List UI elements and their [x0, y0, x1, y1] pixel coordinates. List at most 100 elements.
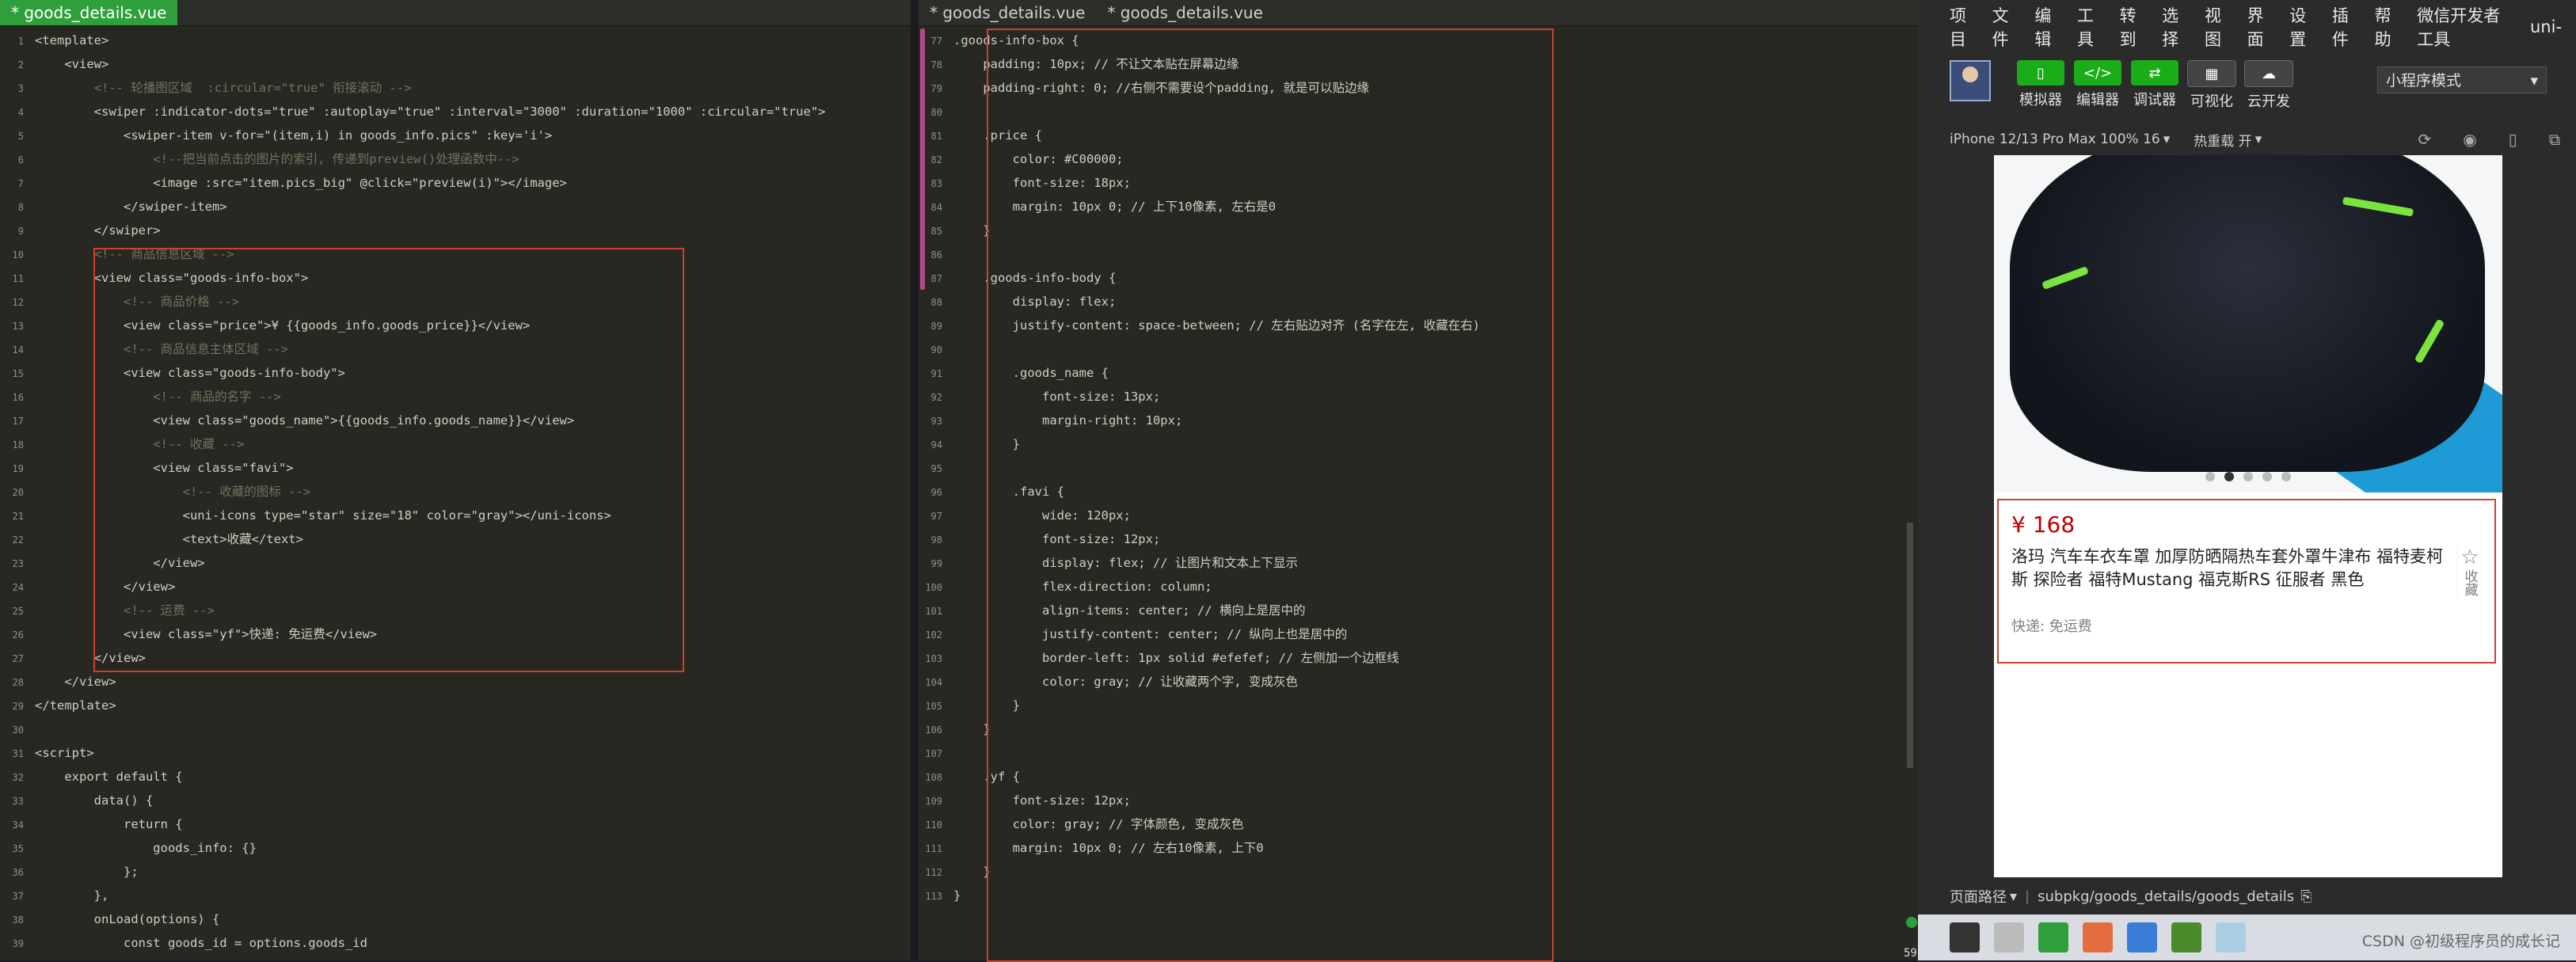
- goods-swiper[interactable]: [1994, 155, 2502, 492]
- devtools-panel: 项目 文件 编辑 工具 转到 选择 视图 界面 设置 插件 帮助 微信开发者工具 uni- ▯ 模拟器 </…: [1918, 0, 2576, 960]
- code-text[interactable]: onLoad(options) {: [35, 912, 220, 926]
- swiper-dot[interactable]: [2262, 472, 2272, 481]
- menu-item[interactable]: 插件: [2332, 3, 2361, 51]
- code-text[interactable]: }: [953, 223, 990, 238]
- code-text[interactable]: }: [953, 865, 990, 879]
- code-line[interactable]: 9 </swiper>: [0, 219, 911, 242]
- code-text[interactable]: <swiper :indicator-dots="true" :autoplay…: [35, 105, 826, 119]
- code-text[interactable]: <swiper-item v-for="(item,i) in goods_in…: [35, 128, 552, 143]
- swiper-dot[interactable]: [2243, 472, 2253, 481]
- code-text[interactable]: <view>: [35, 57, 108, 71]
- swiper-dot[interactable]: [2205, 472, 2215, 481]
- tab-goods-details-left[interactable]: * goods_details.vue: [0, 0, 178, 25]
- menu-item[interactable]: 设置: [2289, 3, 2318, 51]
- page-path-label[interactable]: 页面路径: [1950, 886, 2007, 907]
- code-line[interactable]: 35 goods_info: {}: [0, 836, 911, 860]
- code-text[interactable]: <!-- 轮播图区域 :circular="true" 衔接滚动 -->: [35, 81, 412, 95]
- code-text[interactable]: </view>: [35, 675, 116, 689]
- code-text[interactable]: data() {: [35, 793, 154, 808]
- code-line[interactable]: 38 onLoad(options) {: [0, 907, 911, 931]
- middle-scrollbar[interactable]: [1907, 523, 1913, 768]
- hot-reload-toggle[interactable]: 热重载 开: [2194, 130, 2251, 150]
- code-line[interactable]: 28 </view>: [0, 670, 911, 694]
- tab-goods-details-1[interactable]: * goods_details.vue: [919, 0, 1096, 25]
- code-line[interactable]: 8 </swiper-item>: [0, 195, 911, 219]
- code-line[interactable]: 6 <!--把当前点击的图片的索引, 传递到preview()处理函数中-->: [0, 147, 911, 171]
- tool-debug[interactable]: ⇄ 调试器: [2127, 60, 2182, 111]
- menu-item[interactable]: 文件: [1992, 3, 2021, 51]
- menu-item[interactable]: 工具: [2077, 3, 2106, 51]
- line-number: 2: [17, 59, 24, 70]
- taskbar-app-icon[interactable]: [2216, 922, 2246, 952]
- code-line[interactable]: 32 export default {: [0, 765, 911, 789]
- code-line[interactable]: 3 <!-- 轮播图区域 :circular="true" 衔接滚动 -->: [0, 76, 911, 100]
- taskbar-app-icon[interactable]: [1950, 922, 1980, 952]
- line-number: 101: [925, 606, 942, 617]
- menu-item[interactable]: 项目: [1950, 3, 1978, 51]
- code-line[interactable]: 36 };: [0, 860, 911, 884]
- code-line[interactable]: 34 return {: [0, 812, 911, 836]
- code-text[interactable]: <image :src="item.pics_big" @click="prev…: [35, 176, 567, 190]
- avatar[interactable]: [1950, 60, 1991, 101]
- code-line[interactable]: 30: [0, 717, 911, 741]
- code-text[interactable]: </swiper-item>: [35, 200, 227, 214]
- phone-icon[interactable]: ▯: [2509, 130, 2517, 149]
- code-line[interactable]: 4 <swiper :indicator-dots="true" :autopl…: [0, 100, 911, 124]
- code-text[interactable]: const goods_id = options.goods_id: [35, 936, 367, 950]
- code-text[interactable]: </swiper>: [35, 223, 161, 238]
- page-path: subpkg/goods_details/goods_details: [2038, 888, 2295, 905]
- code-text[interactable]: <template>: [35, 33, 108, 48]
- code-line[interactable]: 37 },: [0, 884, 911, 907]
- tool-phone[interactable]: ▯ 模拟器: [2013, 60, 2068, 111]
- code-line[interactable]: 1 <template>: [0, 29, 911, 52]
- code-text[interactable]: return {: [35, 817, 183, 831]
- refresh-icon[interactable]: ⟳: [2418, 130, 2431, 149]
- menu-item[interactable]: uni-: [2530, 17, 2562, 36]
- line-number: 19: [12, 463, 24, 474]
- menu-item[interactable]: 界面: [2247, 3, 2276, 51]
- code-text[interactable]: </template>: [35, 698, 116, 713]
- taskbar-app-icon[interactable]: [2038, 922, 2068, 952]
- code-line[interactable]: 7 <image :src="item.pics_big" @click="pr…: [0, 171, 911, 195]
- tab-goods-details-2[interactable]: * goods_details.vue: [1096, 0, 1273, 25]
- code-text[interactable]: }: [953, 722, 990, 736]
- taskbar-app-icon[interactable]: [2171, 922, 2201, 952]
- menu-item[interactable]: 选择: [2162, 3, 2190, 51]
- code-text[interactable]: }: [953, 888, 961, 903]
- code-text[interactable]: };: [35, 865, 139, 879]
- menu-item[interactable]: 编辑: [2034, 3, 2063, 51]
- code-text[interactable]: export default {: [35, 770, 182, 784]
- code-text[interactable]: <!--把当前点击的图片的索引, 传递到preview()处理函数中-->: [35, 152, 519, 166]
- code-line[interactable]: 5 <swiper-item v-for="(item,i) in goods_…: [0, 124, 911, 147]
- tool-code[interactable]: </> 编辑器: [2070, 60, 2125, 111]
- taskbar-app-icon[interactable]: [1994, 922, 2024, 952]
- taskbar-app-icon[interactable]: [2127, 922, 2157, 952]
- stop-icon[interactable]: ◉: [2463, 130, 2476, 149]
- code-line[interactable]: 33 data() {: [0, 789, 911, 812]
- copy-icon[interactable]: ⎘: [2300, 888, 2312, 905]
- window-icon[interactable]: ⧉: [2549, 130, 2560, 149]
- tool-cloud[interactable]: ☁ 云开发: [2241, 60, 2296, 111]
- device-select[interactable]: iPhone 12/13 Pro Max 100% 16: [1950, 131, 2160, 147]
- code-text[interactable]: <script>: [35, 746, 94, 760]
- simulator-screen[interactable]: ¥ 168 洛玛 汽车车衣车罩 加厚防晒隔热车套外罩牛津布 福特麦柯斯 探险者 …: [1994, 155, 2502, 877]
- code-line[interactable]: 29 </template>: [0, 694, 911, 717]
- code-text[interactable]: goods_info: {}: [35, 841, 257, 855]
- favorite-button[interactable]: ☆ 收藏: [2457, 546, 2482, 596]
- taskbar-app-icon[interactable]: [2083, 922, 2113, 952]
- middle-editor-pane: * goods_details.vue * goods_details.vue …: [919, 0, 1918, 962]
- mode-select[interactable]: 小程序模式 ▾: [2377, 67, 2547, 93]
- tool-layout[interactable]: ▦ 可视化: [2184, 60, 2239, 111]
- swiper-dot[interactable]: [2224, 472, 2234, 481]
- swiper-dot[interactable]: [2281, 472, 2291, 481]
- menu-item[interactable]: 视图: [2205, 3, 2233, 51]
- pane-separator[interactable]: [911, 0, 919, 960]
- menu-item[interactable]: 微信开发者工具: [2417, 3, 2516, 51]
- menu-item[interactable]: 帮助: [2375, 3, 2403, 51]
- code-line[interactable]: 39 const goods_id = options.goods_id: [0, 931, 911, 955]
- line-number: 91: [930, 368, 942, 379]
- code-line[interactable]: 2 <view>: [0, 52, 911, 76]
- code-line[interactable]: 31 <script>: [0, 741, 911, 765]
- menu-item[interactable]: 转到: [2120, 3, 2148, 51]
- code-text[interactable]: },: [35, 888, 109, 903]
